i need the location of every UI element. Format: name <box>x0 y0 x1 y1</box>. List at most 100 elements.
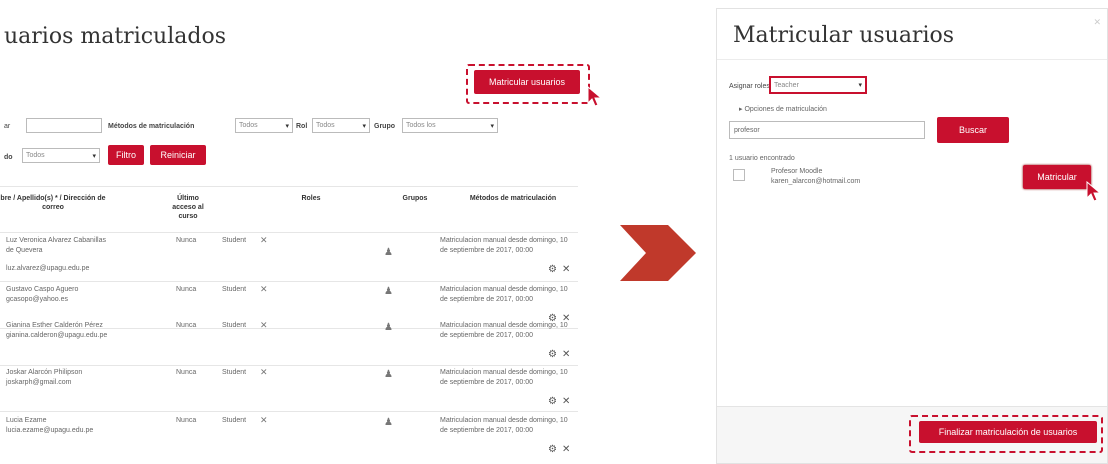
row-separator <box>0 411 578 412</box>
search-label: ar <box>4 123 11 130</box>
search-button[interactable]: Buscar <box>937 117 1009 143</box>
dialog-footer: Finalizar matriculación de usuarios <box>717 406 1107 463</box>
users-found-text: 1 usuario encontrado <box>729 155 795 162</box>
table-row: Luz Veronica Alvarez Cabanillas de Queve… <box>0 235 578 278</box>
dialog-header-divider <box>717 59 1107 60</box>
filter-button[interactable]: Filtro <box>108 145 144 165</box>
enrol-button[interactable]: Matricular <box>1023 165 1091 189</box>
page-title: uarios matriculados <box>4 24 226 49</box>
enrol-method: Matriculacion manual desde domingo, 10 d… <box>440 286 568 303</box>
role-value: Student <box>222 369 247 376</box>
user-name: Luz Veronica Alvarez Cabanillas de Queve… <box>6 237 107 254</box>
user-email: gianina.calderon@upagu.edu.pe <box>6 332 108 339</box>
user-name: Lucia Ezame <box>6 417 47 424</box>
table-row: Joskar Alarcón Philipson joskarph@gmail.… <box>0 367 578 410</box>
user-search-input[interactable]: profesor <box>729 121 925 139</box>
column-header-roles: Roles <box>301 195 321 202</box>
status-select[interactable]: Todos ▾ <box>22 148 100 163</box>
last-access: Nunca <box>176 369 197 376</box>
close-icon[interactable]: ✕ <box>562 445 570 455</box>
user-email: joskarph@gmail.com <box>6 379 72 386</box>
reset-button[interactable]: Reiniciar <box>150 145 206 165</box>
enrol-method: Matriculacion manual desde domingo, 10 d… <box>440 322 568 339</box>
role-value: Student <box>222 322 247 329</box>
user-name: Gustavo Caspo Aguero <box>6 286 79 293</box>
last-access: Nunca <box>176 417 197 424</box>
user-group-icon[interactable]: ♟ <box>384 418 393 428</box>
user-group-icon[interactable]: ♟ <box>384 248 393 258</box>
close-icon[interactable]: ✕ <box>1093 17 1101 28</box>
finish-enrolment-button[interactable]: Finalizar matriculación de usuarios <box>919 421 1097 443</box>
group-select[interactable]: Todos los ▾ <box>402 118 498 133</box>
remove-role-icon[interactable]: ✕ <box>260 320 268 331</box>
role-select[interactable]: Todos ▾ <box>312 118 370 133</box>
row-separator <box>0 281 578 282</box>
assign-role-select[interactable]: Teacher ▾ <box>769 76 867 94</box>
chevron-down-icon: ▾ <box>92 152 96 160</box>
gear-icon[interactable]: ⚙ <box>548 265 557 275</box>
enrol-method: Matriculacion manual desde domingo, 10 d… <box>440 369 568 386</box>
enrol-users-dialog: Matricular usuarios ✕ Asignar roles Teac… <box>716 8 1108 464</box>
last-access: Nunca <box>176 322 197 329</box>
gear-icon[interactable]: ⚙ <box>548 397 557 407</box>
group-select-value: Todos los <box>406 122 436 129</box>
user-name: Joskar Alarcón Philipson <box>6 369 83 376</box>
user-group-icon[interactable]: ♟ <box>384 287 393 297</box>
chevron-right-icon <box>620 225 696 281</box>
chevron-down-icon: ▾ <box>858 82 862 89</box>
remove-role-icon[interactable]: ✕ <box>260 235 268 246</box>
row-separator <box>0 365 578 366</box>
close-icon[interactable]: ✕ <box>562 397 570 407</box>
user-checkbox[interactable] <box>733 169 745 181</box>
chevron-down-icon: ▾ <box>285 122 289 130</box>
enrol-method: Matriculacion manual desde domingo, 10 d… <box>440 417 568 434</box>
chevron-down-icon: ▾ <box>490 122 494 130</box>
column-header-methods: Métodos de matriculación <box>469 195 557 202</box>
found-user-email: karen_alarcon@hotmail.com <box>771 178 861 185</box>
status-label: do <box>4 154 13 161</box>
role-select-value: Todos <box>316 122 335 129</box>
gear-icon[interactable]: ⚙ <box>548 445 557 455</box>
status-select-value: Todos <box>26 152 45 159</box>
role-label: Rol <box>296 123 308 130</box>
row-separator <box>0 232 578 233</box>
chevron-down-icon: ▾ <box>362 122 366 130</box>
role-value: Student <box>222 286 247 293</box>
table-row: Gianina Esther Calderón Pérez gianina.ca… <box>0 320 578 363</box>
user-email: luz.alvarez@upagu.edu.pe <box>6 265 90 272</box>
gear-icon[interactable]: ⚙ <box>548 350 557 360</box>
remove-role-icon[interactable]: ✕ <box>260 284 268 295</box>
user-name: Gianina Esther Calderón Pérez <box>6 322 103 329</box>
column-header-name[interactable]: bre / Apellido(s) * / Dirección de corre… <box>0 194 106 212</box>
enrolled-users-page: uarios matriculados Matricular usuarios … <box>0 0 600 464</box>
last-access: Nunca <box>176 237 197 244</box>
methods-label: Métodos de matriculación <box>108 123 195 130</box>
methods-select[interactable]: Todos ▾ <box>235 118 293 133</box>
enrolment-options-toggle[interactable]: ▸ Opciones de matriculación <box>739 105 827 113</box>
close-icon[interactable]: ✕ <box>562 265 570 275</box>
remove-role-icon[interactable]: ✕ <box>260 367 268 378</box>
table-top-border <box>0 186 578 187</box>
enrol-users-button[interactable]: Matricular usuarios <box>474 70 580 94</box>
cursor-icon <box>1086 181 1102 202</box>
cursor-icon <box>587 86 600 107</box>
role-value: Student <box>222 237 247 244</box>
search-input[interactable] <box>26 118 102 133</box>
group-label: Grupo <box>374 123 395 130</box>
column-header-last-access[interactable]: Último acceso al curso <box>166 194 210 221</box>
user-group-icon[interactable]: ♟ <box>384 323 393 333</box>
role-value: Student <box>222 417 247 424</box>
user-group-icon[interactable]: ♟ <box>384 370 393 380</box>
user-email: gcasopo@yahoo.es <box>6 296 68 303</box>
user-email: lucia.ezame@upagu.edu.pe <box>6 427 94 434</box>
table-row: Lucia Ezame lucia.ezame@upagu.edu.pe Nun… <box>0 415 578 458</box>
enrolment-options-label: Opciones de matriculación <box>744 106 827 113</box>
assign-role-label: Asignar roles <box>729 83 770 90</box>
remove-role-icon[interactable]: ✕ <box>260 415 268 426</box>
found-user-name: Profesor Moodle <box>771 168 823 175</box>
dialog-title: Matricular usuarios <box>733 23 955 48</box>
enrol-method: Matriculacion manual desde domingo, 10 d… <box>440 237 568 254</box>
close-icon[interactable]: ✕ <box>562 350 570 360</box>
last-access: Nunca <box>176 286 197 293</box>
methods-select-value: Todos <box>239 122 258 129</box>
